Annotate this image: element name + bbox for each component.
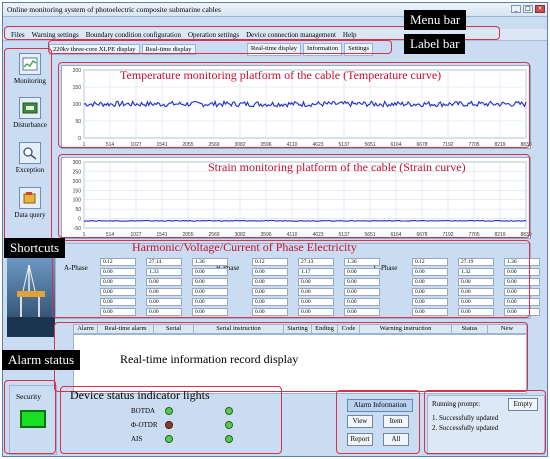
device-lights-callout: Device status indicator lights <box>70 388 210 402</box>
harmonic-overlay-title: Harmonic/Voltage/Current of Phase Electr… <box>132 240 357 254</box>
offshore-platform-image <box>7 255 55 337</box>
shortcuts-highlight <box>4 48 52 254</box>
minimize-button[interactable]: _ <box>511 5 521 13</box>
maximize-button[interactable]: □ <box>523 5 533 13</box>
realtime-record-callout: Real-time information record display <box>120 352 299 366</box>
alarm-status-highlight <box>4 380 56 454</box>
menu-bar-callout: Menu bar <box>404 10 467 30</box>
window-controls: _ □ × <box>511 5 545 13</box>
window-title: Online monitoring system of photoelectri… <box>7 5 221 14</box>
temperature-overlay-title: Temperature monitoring platform of the c… <box>120 68 442 82</box>
label-bar-highlight <box>48 40 392 54</box>
alarm-status-callout: Alarm status <box>2 350 81 370</box>
controls-highlight <box>336 390 420 454</box>
oil-platform-icon <box>7 264 55 337</box>
prompt-highlight <box>424 390 546 454</box>
label-bar-callout: Label bar <box>404 34 466 54</box>
shortcuts-callout: Shortcuts <box>4 238 66 258</box>
strain-overlay-title: Strain monitoring platform of the cable … <box>208 160 466 174</box>
close-button[interactable]: × <box>535 5 545 13</box>
